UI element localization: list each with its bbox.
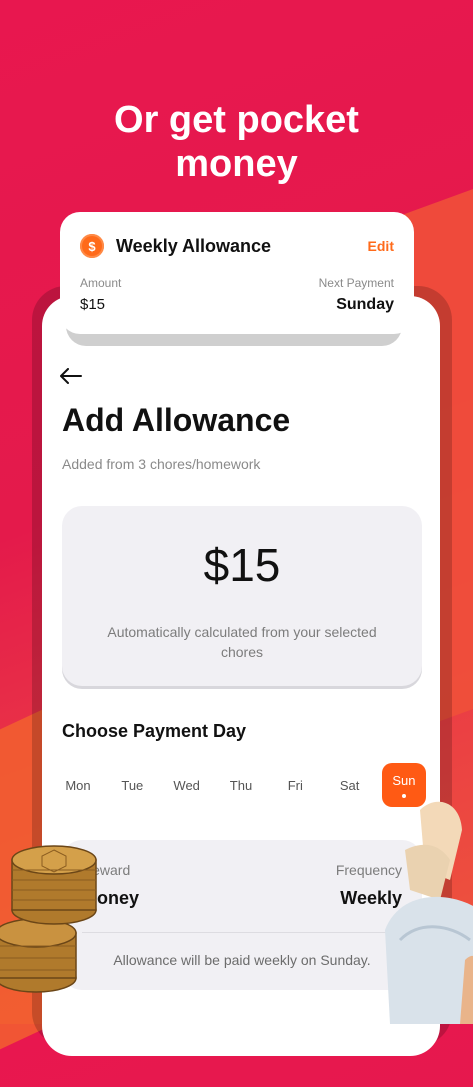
- day-mon[interactable]: Mon: [56, 763, 100, 807]
- amount-value: $15: [80, 296, 106, 313]
- headline-line-2: money: [175, 143, 298, 185]
- day-label: Wed: [173, 777, 200, 793]
- day-fri[interactable]: Fri: [273, 763, 317, 807]
- dollar-coin-icon: $: [80, 234, 104, 258]
- next-payment-value: Sunday: [336, 296, 394, 313]
- weekly-allowance-card: $ Weekly Allowance Edit Amount $15 Next …: [60, 212, 414, 334]
- day-tue[interactable]: Tue: [110, 763, 154, 807]
- page-title: Add Allowance: [62, 402, 291, 438]
- day-label: Thu: [229, 777, 253, 793]
- headline: Or get pocket money: [0, 98, 473, 186]
- summary-card: Reward Money Frequency Weekly Allowance …: [62, 840, 422, 990]
- day-label: Mon: [65, 777, 91, 793]
- day-thu[interactable]: Thu: [219, 763, 263, 807]
- day-label: Fri: [287, 777, 303, 793]
- edit-button[interactable]: Edit: [368, 238, 394, 254]
- payment-day-title: Choose Payment Day: [62, 721, 247, 741]
- amount-card: $15 Automatically calculated from your s…: [62, 506, 422, 686]
- coin-stack-illustration: [0, 845, 97, 993]
- allowance-amount: $15: [203, 539, 281, 591]
- allowance-card-title: Weekly Allowance: [116, 236, 272, 256]
- page-subtitle: Added from 3 chores/homework: [62, 456, 261, 472]
- day-selector: Mon Tue Wed Thu Fri Sat Sun: [56, 762, 426, 808]
- day-wed[interactable]: Wed: [165, 763, 209, 807]
- amount-note: Automatically calculated from your selec…: [107, 624, 377, 660]
- headline-line-1: Or get pocket: [114, 99, 359, 141]
- child-illustration: [385, 801, 473, 1024]
- next-payment-label: Next Payment: [318, 276, 394, 290]
- day-sat[interactable]: Sat: [328, 763, 372, 807]
- day-label: Sat: [339, 777, 360, 793]
- day-label: Sun: [392, 772, 416, 788]
- divider: [82, 932, 402, 933]
- day-label: Tue: [121, 777, 144, 793]
- back-arrow-icon[interactable]: [60, 368, 82, 384]
- summary-note: Allowance will be paid weekly on Sunday.: [113, 952, 371, 968]
- amount-label: Amount: [80, 276, 122, 290]
